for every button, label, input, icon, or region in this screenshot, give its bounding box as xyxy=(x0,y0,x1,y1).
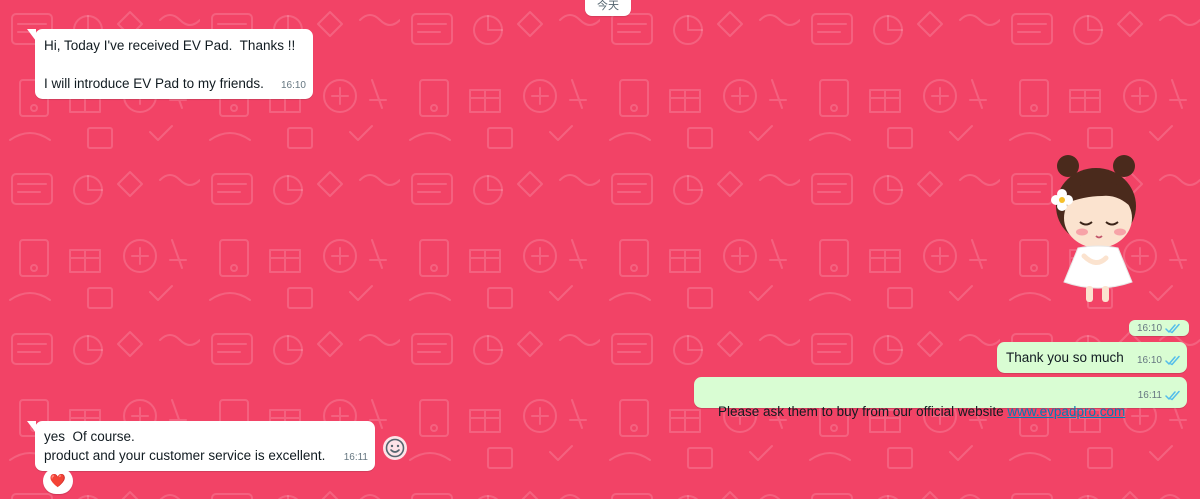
incoming-message[interactable]: Hi, Today I've received EV Pad. Thanks !… xyxy=(27,29,313,99)
message-meta: 16:11 xyxy=(344,448,368,467)
girl-with-flower-sticker[interactable] xyxy=(1040,152,1150,307)
outgoing-message[interactable]: Please ask them to buy from our official… xyxy=(694,377,1187,419)
date-divider: 今天 xyxy=(585,0,631,16)
message-text: yes Of course. product and your customer… xyxy=(44,429,326,463)
message-time: 16:10 xyxy=(280,80,306,91)
message-meta: 16:10 xyxy=(281,76,306,95)
bubble-tail xyxy=(27,421,36,433)
heart-icon: ❤️ xyxy=(49,473,67,488)
message-time: 16:10 xyxy=(1136,355,1162,366)
outgoing-message[interactable]: Thank you so much 16:10 xyxy=(997,342,1187,373)
message-text: Thank you so much xyxy=(1006,350,1124,365)
double-check-icon xyxy=(1165,390,1180,401)
message-time: 16:11 xyxy=(1137,390,1162,401)
message-meta: 16:10 xyxy=(1137,351,1181,370)
double-check-icon xyxy=(1165,355,1180,366)
smiley-icon xyxy=(385,438,405,458)
incoming-message[interactable]: yes Of course. product and your customer… xyxy=(27,421,375,471)
bubble-tail xyxy=(27,29,36,41)
sticker-meta: 16:10 xyxy=(1129,320,1189,336)
message-meta: 16:11 xyxy=(1138,386,1181,405)
reaction-button[interactable] xyxy=(383,436,407,460)
double-check-icon xyxy=(1165,323,1180,333)
website-link[interactable]: www.evpadpro.com xyxy=(1007,404,1125,419)
message-reaction[interactable]: ❤️ xyxy=(43,468,73,494)
message-text-part: Please ask them to buy from our official… xyxy=(718,404,1008,419)
message-time: 16:10 xyxy=(1136,322,1163,334)
message-text: Please ask them to buy from our official… xyxy=(703,383,1125,440)
message-text: Hi, Today I've received EV Pad. Thanks !… xyxy=(44,38,296,91)
message-time: 16:11 xyxy=(343,452,368,463)
